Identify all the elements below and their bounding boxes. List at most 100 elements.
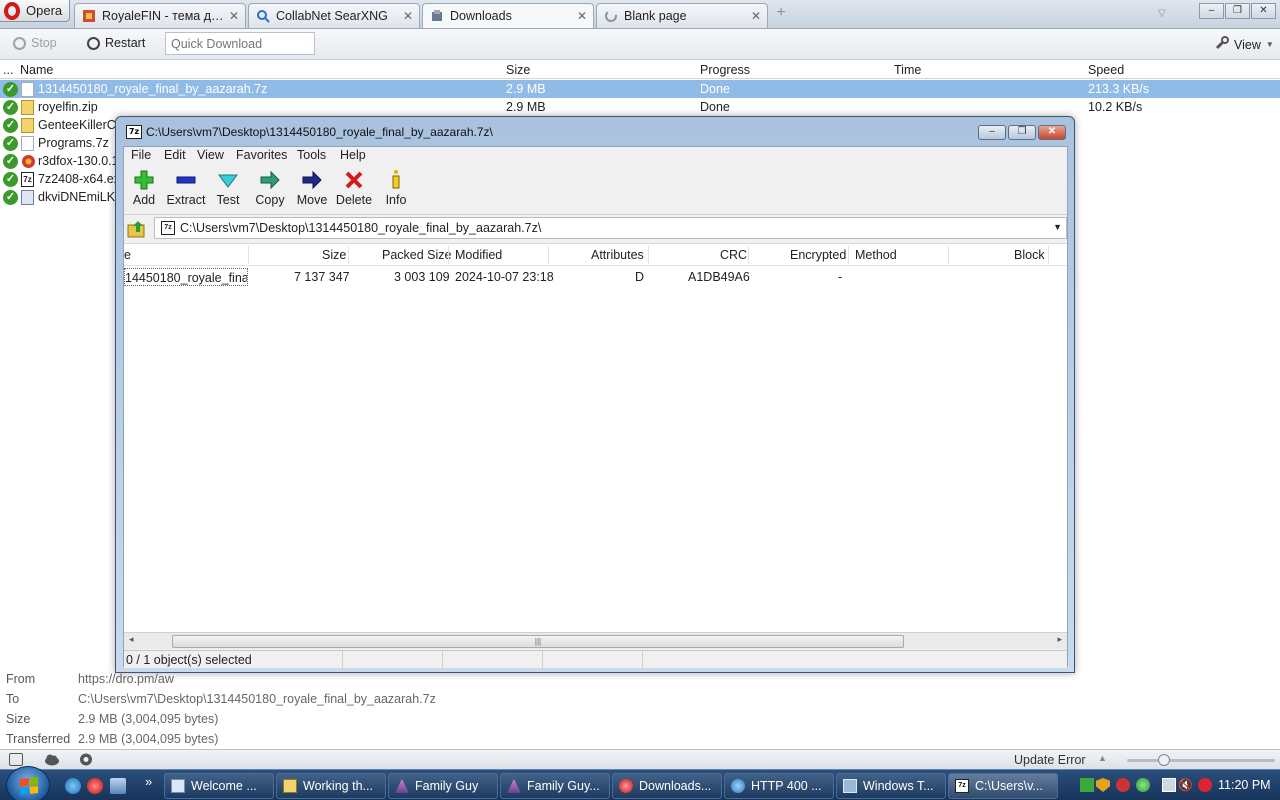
column-size-header[interactable]: Size: [506, 63, 530, 77]
7zip-titlebar[interactable]: 7z C:\Users\vm7\Desktop\1314450180_royal…: [116, 117, 1074, 144]
file-attributes-cell: D: [635, 270, 645, 284]
scroll-left-icon[interactable]: ◂: [129, 634, 134, 645]
column-size-header[interactable]: Size: [322, 248, 346, 262]
download-row[interactable]: ✓ 1314450180_royale_final_by_aazarah.7z …: [0, 80, 1280, 98]
chevron-up-icon[interactable]: ▲: [1098, 753, 1107, 763]
menu-favorites[interactable]: Favorites: [236, 148, 287, 162]
panel-toggle-icon[interactable]: [9, 753, 23, 766]
column-name-header[interactable]: e: [124, 248, 131, 262]
update-error-label[interactable]: Update Error: [1014, 753, 1086, 767]
file-name-cell[interactable]: 14450180_royale_final...: [124, 268, 248, 286]
scrollbar-thumb[interactable]: |||: [172, 635, 904, 648]
column-menu-header[interactable]: ...: [3, 63, 13, 77]
close-tab-icon[interactable]: ✕: [403, 9, 413, 23]
stop-button[interactable]: Stop: [13, 36, 57, 50]
tab-royalefin[interactable]: RoyaleFIN - тема для V... ✕: [74, 3, 246, 28]
network-monitor-icon[interactable]: [1080, 778, 1094, 792]
column-name-header[interactable]: Name: [20, 63, 53, 77]
test-button[interactable]: Test: [208, 169, 248, 207]
column-packed-size-header[interactable]: Packed Size: [382, 248, 451, 262]
cloud-icon[interactable]: [44, 753, 59, 766]
taskbar-item[interactable]: Working th...: [276, 773, 386, 799]
7zip-minimize-button[interactable]: –: [978, 125, 1006, 140]
taskbar-item[interactable]: Family Guy...: [500, 773, 610, 799]
close-tab-icon[interactable]: ✕: [229, 9, 239, 23]
column-block-header[interactable]: Block: [1014, 248, 1045, 262]
maximize-button[interactable]: ❐: [1225, 3, 1250, 19]
horizontal-scrollbar[interactable]: ◂ ||| ▸: [124, 632, 1067, 649]
tab-list-chevron-icon[interactable]: ▽: [1158, 8, 1166, 19]
column-speed-header[interactable]: Speed: [1088, 63, 1124, 77]
turbo-icon[interactable]: [79, 753, 93, 766]
close-tab-icon[interactable]: ✕: [751, 9, 761, 23]
zoom-slider-knob[interactable]: [1158, 754, 1170, 766]
network-icon[interactable]: [1162, 778, 1176, 792]
taskbar-item[interactable]: HTTP 400 ...: [724, 773, 834, 799]
folder-up-icon[interactable]: [126, 219, 148, 239]
file-icon: [21, 82, 34, 97]
opera-menu-button[interactable]: Opera: [0, 0, 70, 22]
info-button[interactable]: Info: [376, 169, 416, 207]
taskbar-item[interactable]: Windows T...: [836, 773, 946, 799]
detail-value[interactable]: C:\Users\vm7\Desktop\1314450180_royale_f…: [78, 692, 436, 706]
volume-muted-icon[interactable]: 🔇: [1178, 778, 1193, 792]
restart-button[interactable]: Restart: [87, 36, 145, 50]
minimize-button[interactable]: –: [1199, 3, 1224, 19]
detail-value[interactable]: https://dro.pm/aw: [78, 672, 174, 686]
address-combobox[interactable]: 7z C:\Users\vm7\Desktop\1314450180_royal…: [154, 217, 1067, 239]
security-shield-icon[interactable]: [1096, 778, 1110, 792]
tab-blank-page[interactable]: Blank page ✕: [596, 3, 768, 28]
delete-button[interactable]: Delete: [334, 169, 374, 207]
table-row[interactable]: 14450180_royale_final... 7 137 347 3 003…: [124, 268, 1067, 286]
download-name: r3dfox-130.0.1.: [38, 154, 123, 168]
new-tab-button[interactable]: +: [772, 5, 790, 22]
close-tab-icon[interactable]: ✕: [577, 9, 587, 23]
app-tray-icon[interactable]: [1116, 778, 1130, 792]
scroll-right-icon[interactable]: ▸: [1057, 634, 1062, 645]
column-crc-header[interactable]: CRC: [720, 248, 747, 262]
taskbar-item[interactable]: 7z C:\Users\v...: [948, 773, 1058, 799]
tab-downloads[interactable]: Downloads ✕: [422, 3, 594, 28]
taskbar-item[interactable]: Family Guy: [388, 773, 498, 799]
taskbar-item[interactable]: Downloads...: [612, 773, 722, 799]
download-name: GenteeKillerCo: [38, 118, 123, 132]
chevron-down-icon[interactable]: ▼: [1053, 222, 1062, 232]
copy-button[interactable]: Copy: [250, 169, 290, 207]
system-clock[interactable]: 11:20 PM: [1218, 778, 1271, 792]
menu-view[interactable]: View: [197, 148, 224, 162]
taskbar-item[interactable]: Welcome ...: [164, 773, 274, 799]
menu-help[interactable]: Help: [340, 148, 366, 162]
column-progress-header[interactable]: Progress: [700, 63, 750, 77]
start-button[interactable]: [6, 766, 50, 800]
media-player-icon: [395, 779, 409, 793]
taskbar-item-label: Welcome ...: [191, 779, 257, 793]
column-time-header[interactable]: Time: [894, 63, 921, 77]
zoom-slider[interactable]: [1127, 759, 1275, 762]
add-button[interactable]: Add: [124, 169, 164, 207]
menu-file[interactable]: File: [131, 148, 151, 162]
menu-tools[interactable]: Tools: [297, 148, 326, 162]
7zip-close-button[interactable]: ✕: [1038, 125, 1066, 140]
7zip-icon: 7z: [955, 779, 969, 793]
menu-edit[interactable]: Edit: [164, 148, 186, 162]
close-window-button[interactable]: ✕: [1251, 3, 1276, 19]
alert-tray-icon[interactable]: [1198, 778, 1212, 792]
show-desktop-icon[interactable]: [110, 778, 126, 794]
column-attributes-header[interactable]: Attributes: [591, 248, 644, 262]
column-modified-header[interactable]: Modified: [455, 248, 502, 262]
tab-searxng[interactable]: CollabNet SearXNG ✕: [248, 3, 420, 28]
download-progress: Done: [700, 100, 730, 114]
browser-status-bar: Update Error ▲: [0, 749, 1280, 769]
column-method-header[interactable]: Method: [855, 248, 897, 262]
view-menu-button[interactable]: View ▼: [1215, 36, 1274, 53]
opera-quicklaunch-icon[interactable]: [87, 778, 103, 794]
column-encrypted-header[interactable]: Encrypted: [790, 248, 846, 262]
7zip-maximize-button[interactable]: ❐: [1008, 125, 1036, 140]
download-row[interactable]: ✓ royelfin.zip 2.9 MB Done 10.2 KB/s: [0, 98, 1280, 116]
internet-explorer-icon[interactable]: [65, 778, 81, 794]
update-tray-icon[interactable]: [1136, 778, 1150, 792]
extract-button[interactable]: Extract: [166, 169, 206, 207]
quicklaunch-overflow-icon[interactable]: »: [145, 774, 152, 789]
quick-download-input[interactable]: [165, 32, 315, 55]
move-button[interactable]: Move: [292, 169, 332, 207]
